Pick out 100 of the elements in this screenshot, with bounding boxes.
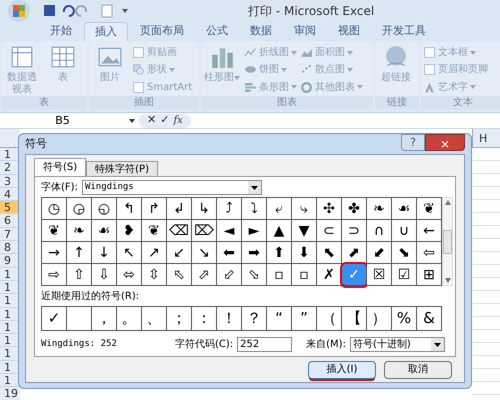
name-box[interactable]: B5 (0, 113, 125, 128)
column-header[interactable]: H (472, 129, 500, 148)
symbol-cell[interactable]: ⇳ (142, 264, 167, 286)
symbol-cell[interactable]: ☙ (92, 220, 117, 242)
close-button[interactable]: × (425, 134, 465, 151)
symbol-cell[interactable]: ⬆ (267, 242, 292, 264)
symbol-cell[interactable]: ⬅ (217, 242, 242, 264)
symbol-cell[interactable]: ⬂ (242, 264, 267, 286)
symbol-cell[interactable]: ⤶ (267, 198, 292, 220)
row-header[interactable]: 5 (0, 201, 20, 214)
symbol-cell[interactable]: ↳ (192, 198, 217, 220)
symbol-cell[interactable]: ❦ (42, 220, 67, 242)
caret-icon[interactable] (129, 118, 135, 124)
ribbon-tab[interactable]: 审阅 (284, 22, 326, 41)
ribbon-tab[interactable]: 开始 (40, 22, 82, 41)
dialog-tab[interactable]: 符号(S) (34, 158, 86, 176)
symbol-cell[interactable]: ⬉ (317, 242, 342, 264)
scroll-thumb[interactable] (443, 230, 452, 254)
symbol-cell[interactable]: ✤ (342, 198, 367, 220)
dialog-tab[interactable]: 特殊字符(P) (86, 161, 158, 176)
select-all-corner[interactable] (0, 129, 20, 148)
symbol-cell[interactable]: ⤷ (292, 198, 317, 220)
symbol-cell[interactable]: ↰ (117, 198, 142, 220)
cancel-icon[interactable]: ✕ (147, 112, 156, 129)
symbol-cell[interactable]: ◷ (42, 198, 67, 220)
ribbon-tab[interactable]: 公式 (196, 22, 238, 41)
symbol-cell[interactable]: ❦ (142, 220, 167, 242)
symbol-cell[interactable]: ⬄ (117, 264, 142, 286)
symbol-cell[interactable]: ↑ (67, 242, 92, 264)
symbol-cell[interactable]: ▫ (292, 264, 317, 286)
insert-function-icon[interactable]: fx (173, 113, 183, 128)
symbol-cell[interactable]: ↘ (192, 242, 217, 264)
ribbon-tab[interactable]: 视图 (328, 22, 370, 41)
symbol-cell[interactable]: ⇨ (42, 264, 67, 286)
symbol-cell[interactable]: ← (417, 220, 442, 242)
symbol-cell[interactable]: ◄ (217, 220, 242, 242)
symbol-cell[interactable]: ▼ (292, 220, 317, 242)
ribbon-tab[interactable]: 插入 (84, 22, 128, 41)
symbol-cell[interactable]: ❥ (117, 220, 142, 242)
symbol-cell[interactable]: ▫ (267, 264, 292, 286)
symbol-cell[interactable]: ↖ (117, 242, 142, 264)
symbol-cell[interactable]: ∪ (392, 220, 417, 242)
symbol-cell[interactable]: ☙ (392, 198, 417, 220)
ribbon-tab[interactable]: 开发工具 (372, 22, 436, 41)
scroll-up-icon[interactable] (444, 200, 450, 205)
symbol-cell[interactable]: ⬇ (292, 242, 317, 264)
diagram-icon (132, 80, 145, 94)
symbol-cell[interactable]: ⌦ (192, 220, 217, 242)
symbol-cell[interactable]: ▲ (267, 220, 292, 242)
row-header[interactable]: 1 (0, 374, 20, 388)
symbol-cell[interactable]: ⇦ (417, 242, 442, 264)
from-dropdown[interactable]: 符号(十进制) (350, 337, 445, 352)
symbol-cell[interactable]: ⊞ (417, 264, 442, 286)
row-header[interactable]: 19 (0, 387, 20, 400)
symbol-cell[interactable]: ► (242, 220, 267, 242)
scroll-down-icon[interactable] (444, 278, 450, 283)
symbol-cell[interactable]: ⬃ (217, 264, 242, 286)
symbol-cell[interactable]: ⬋ (367, 242, 392, 264)
symbol-cell[interactable]: ⬀ (192, 264, 217, 286)
symbol-cell[interactable]: ⬁ (167, 264, 192, 286)
symbol-cell[interactable]: ◵ (92, 198, 117, 220)
row-header[interactable]: 1 (0, 148, 20, 162)
symbol-cell[interactable]: ↙ (167, 242, 192, 264)
symbol-cell[interactable]: ❧ (367, 198, 392, 220)
symbol-cell[interactable]: ⊂ (317, 220, 342, 242)
symbol-cell[interactable]: ↗ (142, 242, 167, 264)
symbol-cell[interactable]: ↲ (167, 198, 192, 220)
symbol-cell[interactable]: ✗ (317, 264, 342, 286)
code-field[interactable]: 252 (237, 337, 292, 352)
symbol-cell[interactable]: ❧ (67, 220, 92, 242)
symbol-cell[interactable]: ↱ (142, 198, 167, 220)
help-button[interactable]: ? (401, 134, 425, 151)
symbol-cell[interactable]: ⇧ (67, 264, 92, 286)
symbol-cell[interactable]: ☑ (392, 264, 417, 286)
symbol-cell[interactable]: → (42, 242, 67, 264)
symbol-cell[interactable]: ⇩ (92, 264, 117, 286)
symbol-cell[interactable]: ⊃ (342, 220, 367, 242)
symbol-cell[interactable]: ⬈ (342, 242, 367, 264)
scrollbar[interactable] (442, 197, 453, 286)
symbol-cell[interactable]: ⤴ (217, 198, 242, 220)
enter-icon[interactable]: ✓ (160, 112, 170, 129)
symbol-cell[interactable]: ◶ (67, 198, 92, 220)
symbol-cell[interactable]: ⌫ (167, 220, 192, 242)
symbol-cell[interactable]: ❦ (417, 198, 442, 220)
symbol-cell[interactable]: ↓ (92, 242, 117, 264)
row-header[interactable]: 1 (0, 334, 20, 348)
symbol-cell[interactable]: ⤵ (242, 198, 267, 220)
ribbon-tab[interactable]: 页面布局 (130, 22, 194, 41)
symbol-cell[interactable]: ☒ (367, 264, 392, 286)
dialog-button[interactable]: 插入(I) (308, 360, 376, 378)
empty-symbol-slot[interactable] (67, 307, 92, 331)
dialog-button[interactable]: 取消 (384, 360, 452, 378)
symbol-cell[interactable]: ✣ (317, 198, 342, 220)
symbol-cell[interactable]: ➡ (242, 242, 267, 264)
row-header[interactable]: 8 (0, 241, 20, 254)
symbol-cell[interactable]: ⬊ (392, 242, 417, 264)
ribbon-tab[interactable]: 数据 (240, 22, 282, 41)
symbol-cell[interactable]: ∩ (367, 220, 392, 242)
group-label: 图表 (201, 96, 373, 110)
font-dropdown[interactable]: Wingdings (82, 180, 262, 195)
